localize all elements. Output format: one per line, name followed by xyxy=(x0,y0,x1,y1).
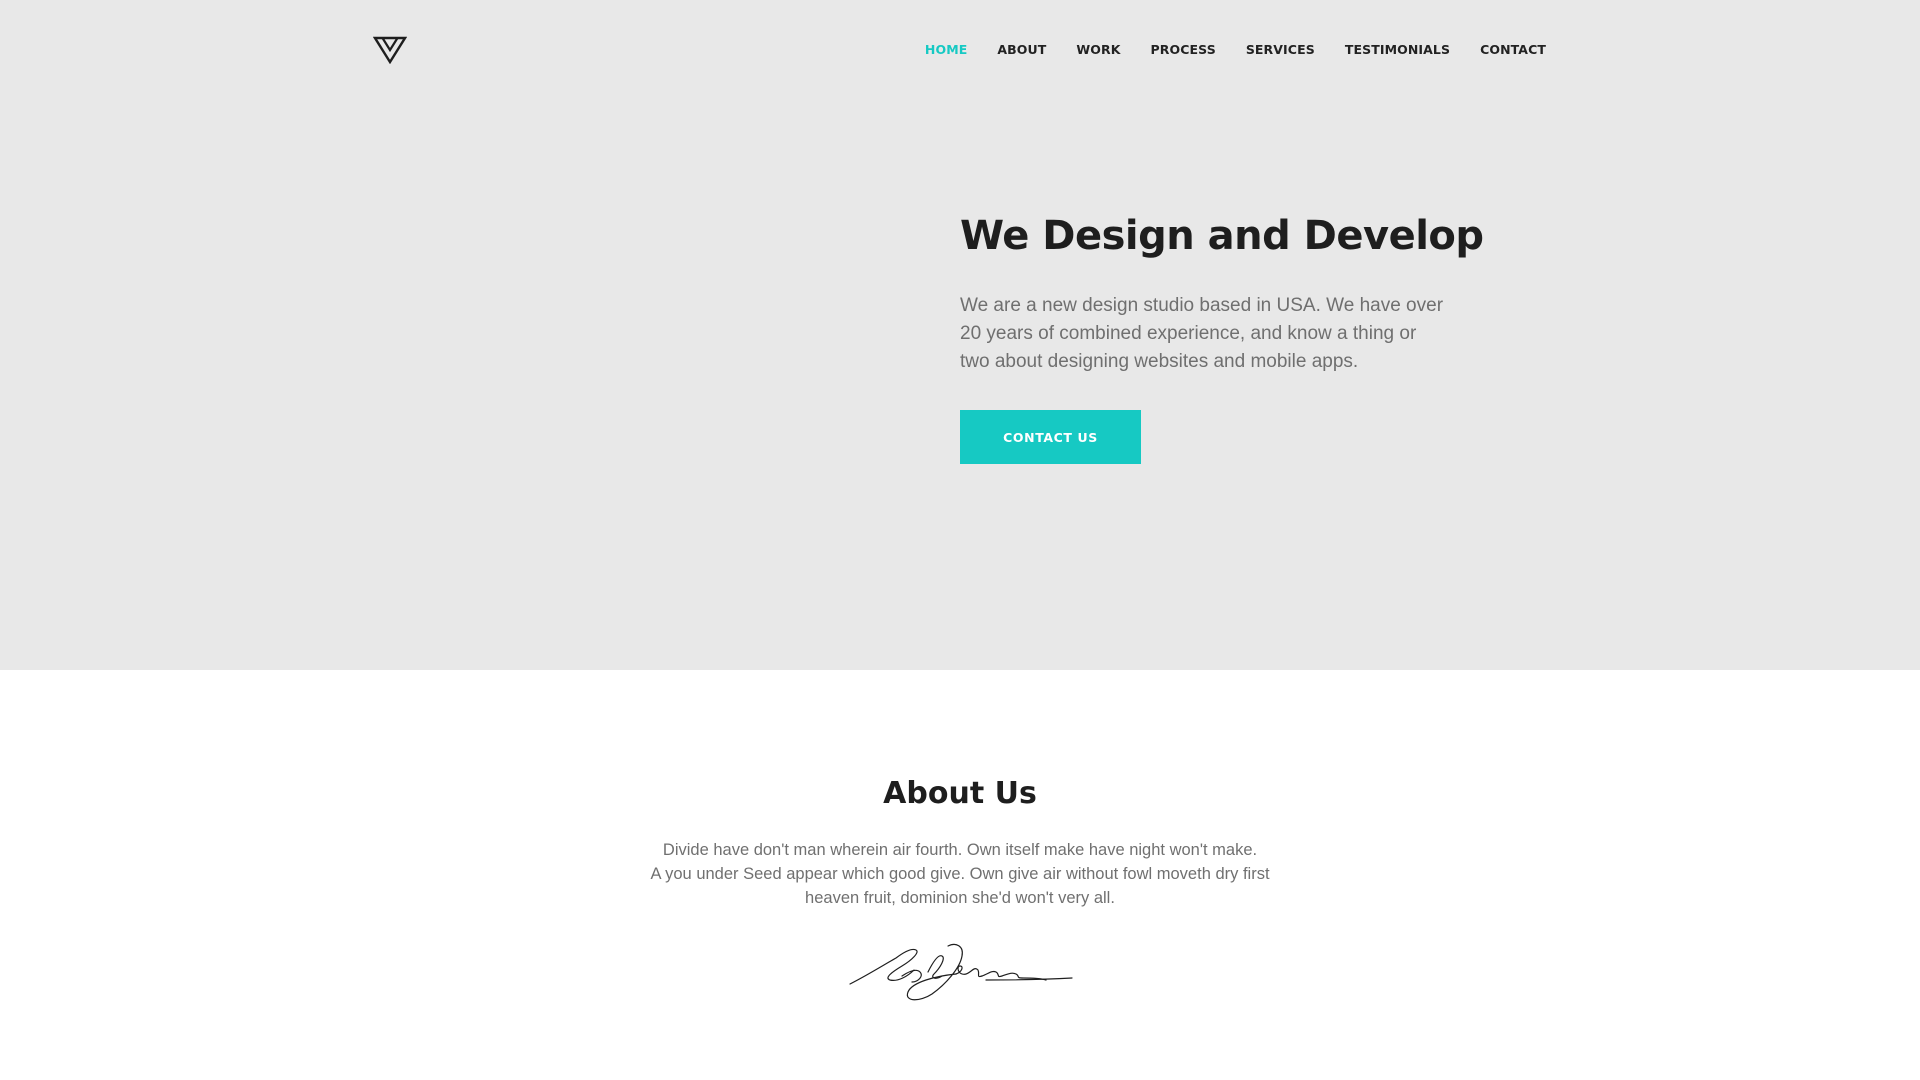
about-section: About Us Divide have don't man wherein a… xyxy=(0,670,1920,1080)
logo[interactable] xyxy=(372,36,408,65)
handwritten-signature-icon xyxy=(849,943,1073,1001)
hero-content: We Design and Develop We are a new desig… xyxy=(960,210,1484,464)
hero-section: HOME ABOUT WORK PROCESS SERVICES TESTIMO… xyxy=(0,0,1920,670)
triangle-logo-icon xyxy=(372,36,408,65)
nav-services[interactable]: SERVICES xyxy=(1246,42,1315,58)
about-title: About Us xyxy=(883,776,1037,811)
main-nav: HOME ABOUT WORK PROCESS SERVICES TESTIMO… xyxy=(925,42,1546,58)
nav-contact[interactable]: CONTACT xyxy=(1480,42,1546,58)
contact-us-button[interactable]: CONTACT US xyxy=(960,410,1141,464)
about-description: Divide have don't man wherein air fourth… xyxy=(0,838,1920,910)
about-line-2: A you under Seed appear which good give.… xyxy=(650,865,1270,883)
about-line-3: heaven fruit, dominion she'd won't very … xyxy=(805,889,1115,907)
nav-home[interactable]: HOME xyxy=(925,42,967,58)
nav-testimonials[interactable]: TESTIMONIALS xyxy=(1345,42,1450,58)
nav-work[interactable]: WORK xyxy=(1076,42,1120,58)
hero-description: We are a new design studio based in USA.… xyxy=(960,295,1444,372)
hero-title: We Design and Develop xyxy=(960,213,1484,259)
nav-process[interactable]: PROCESS xyxy=(1151,42,1216,58)
about-line-1: Divide have don't man wherein air fourth… xyxy=(662,841,1258,859)
nav-about[interactable]: ABOUT xyxy=(997,42,1046,58)
